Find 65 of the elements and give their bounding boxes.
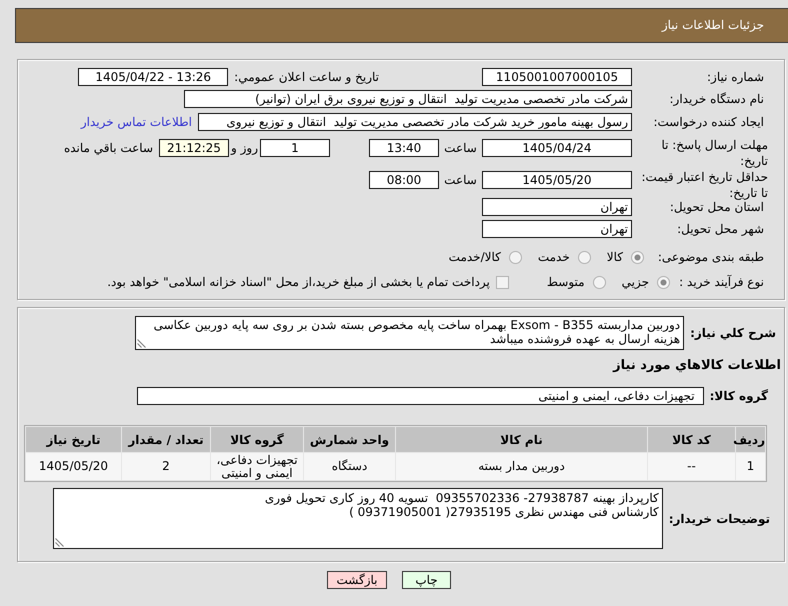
checkbox-label: پرداخت تمام یا بخشی از مبلغ خرید،از محل "اسناد خزانه اسلامی" خواهد بود. bbox=[107, 274, 490, 291]
days-label: روز و bbox=[230, 140, 259, 157]
field-label: مهلت ارسال پاسخ: تا تاریخ: bbox=[660, 137, 769, 169]
table-cell: 1 bbox=[736, 453, 765, 480]
buyer-contact-link[interactable]: اطلاعات تماس خریدار bbox=[80, 113, 192, 131]
radio-label: متوسط bbox=[546, 274, 585, 291]
resize-grip-icon[interactable] bbox=[137, 339, 146, 348]
province-field[interactable]: تهران bbox=[482, 198, 632, 216]
radio-button[interactable] bbox=[592, 276, 606, 288]
table-cell: تجهیزات دفاعی، ایمنی و امنیتی bbox=[211, 453, 303, 480]
field-label: تاريخ و ساعت اعلان عمومي: bbox=[234, 69, 379, 86]
table-cell: دستگاه bbox=[304, 453, 395, 480]
table-cell: 2 bbox=[122, 453, 210, 480]
city-field[interactable]: تهران bbox=[482, 220, 632, 238]
table-cell: -- bbox=[648, 453, 735, 480]
section-title: اطلاعات کالاهاي مورد نياز bbox=[613, 358, 781, 373]
field-label: شماره نیاز: bbox=[706, 69, 765, 86]
radio-label: خدمت bbox=[538, 249, 570, 266]
field-label: حداقل تاریخ اعتبار قیمت: تا تاریخ: bbox=[640, 169, 769, 201]
radio-button[interactable] bbox=[631, 250, 644, 264]
need-number-field[interactable]: 1105001007000105 bbox=[482, 68, 632, 86]
goods-group-field[interactable]: تجهیزات دفاعی، ایمنی و امنیتی bbox=[137, 387, 704, 405]
radio-label: کالا/خدمت bbox=[448, 249, 501, 266]
deadline-time-field[interactable]: 13:40 bbox=[369, 139, 439, 157]
column-header: گروه کالا bbox=[211, 427, 303, 452]
field-label: استان محل تحویل: bbox=[668, 200, 765, 216]
time-label: ساعت bbox=[443, 172, 478, 189]
column-header: ردیف bbox=[736, 427, 765, 452]
column-header: واحد شمارش bbox=[304, 427, 395, 452]
column-header: نام کالا bbox=[396, 427, 647, 452]
column-header: تعداد / مقدار bbox=[122, 427, 210, 452]
requester-field[interactable]: رسول بهینه مامور خرید شرکت مادر تخصصی مدیریت تولید انتقال و توزیع نیروی bbox=[198, 113, 632, 131]
field-label: شرح کلي نياز: bbox=[689, 326, 777, 340]
buyer-notes-field[interactable]: کارپرداز بهینه 27938787- 09355702336 تسویه 40 روز کاری تحویل فوری کارشناس فنی مهندس نظری 27935195( 09371905001 ) bbox=[53, 488, 663, 549]
field-label: گروه کالا: bbox=[708, 389, 769, 403]
buyer-name-field[interactable]: شرکت مادر تخصصی مدیریت تولید انتقال و توزیع نیروی برق ایران (توانیر) bbox=[184, 90, 632, 108]
table-cell: دوربین مدار بسته bbox=[396, 453, 647, 480]
back-button[interactable]: بازگشت bbox=[327, 571, 387, 589]
column-header: کد کالا bbox=[648, 427, 735, 452]
radio-label: کالا bbox=[606, 249, 623, 266]
field-label: شهر محل تحویل: bbox=[676, 221, 765, 238]
description-field[interactable]: دوربین مداربسته Exsom - B355 بهمراه ساخت پایه مخصوص بسته شدن بر روی سه پایه دوربین عکاسی هزینه ارسال به عهده فروشنده میباشد bbox=[135, 316, 684, 350]
time-left-field[interactable]: 21:12:25 bbox=[159, 139, 229, 157]
radio-button[interactable] bbox=[578, 250, 591, 264]
announce-date-field[interactable]: 1405/04/22 - 13:26 bbox=[78, 68, 228, 86]
resize-grip-icon[interactable] bbox=[55, 538, 64, 547]
column-header: تاریخ نیاز bbox=[26, 427, 121, 452]
days-left-field[interactable]: 1 bbox=[260, 139, 330, 157]
field-label: نوع فرآیند خرید : bbox=[678, 274, 765, 291]
time-left-label: ساعت باقي مانده bbox=[64, 140, 153, 157]
print-button[interactable]: چاپ bbox=[402, 571, 451, 589]
checkbox[interactable] bbox=[496, 276, 509, 288]
field-label: ایجاد کننده درخواست: bbox=[652, 114, 765, 131]
field-label: طبقه بندی موضوعی: bbox=[656, 249, 765, 266]
radio-button[interactable] bbox=[657, 276, 670, 288]
validity-date-field[interactable]: 1405/05/20 bbox=[482, 171, 632, 189]
table-cell: 1405/05/20 bbox=[26, 453, 121, 480]
time-label: ساعت bbox=[443, 140, 478, 157]
deadline-date-field[interactable]: 1405/04/24 bbox=[482, 139, 632, 157]
page-title: جزئیات اطلاعات نیاز bbox=[662, 17, 764, 34]
radio-label: جزيي bbox=[622, 274, 649, 291]
radio-button[interactable] bbox=[508, 250, 522, 264]
field-label: توضیحات خریدار: bbox=[668, 512, 771, 526]
field-label: نام دستگاه خریدار: bbox=[668, 91, 765, 108]
validity-time-field[interactable]: 08:00 bbox=[369, 171, 439, 189]
